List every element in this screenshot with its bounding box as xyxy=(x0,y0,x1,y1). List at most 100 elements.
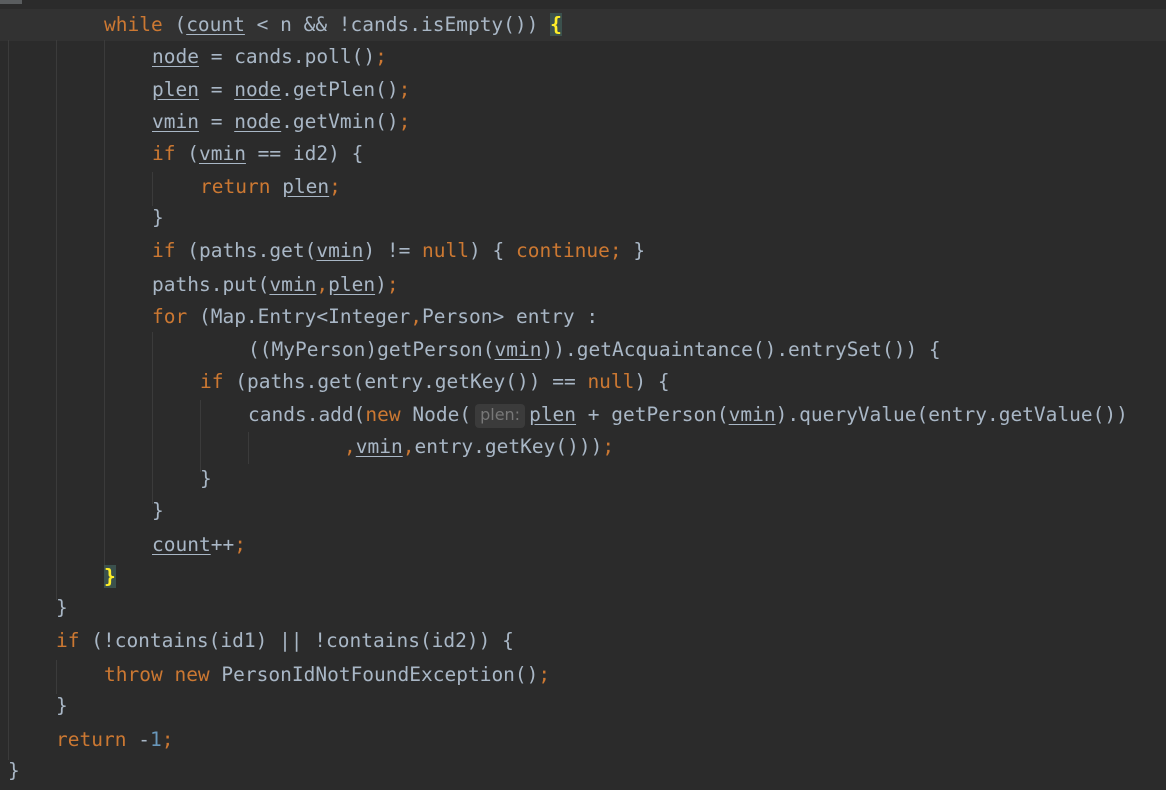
code-line[interactable]: return plen; xyxy=(200,174,341,200)
code-token: , xyxy=(344,435,356,458)
variable-token: node xyxy=(234,110,282,133)
code-line[interactable]: while (count < n && !cands.isEmpty()) { xyxy=(104,12,562,38)
code-token: = cands.poll() xyxy=(198,45,376,68)
code-line[interactable]: } xyxy=(56,595,68,621)
code-line[interactable]: } xyxy=(8,758,20,784)
code-token: 1 xyxy=(149,728,162,751)
code-token: == id2) { xyxy=(245,142,364,165)
code-token: } xyxy=(152,206,164,229)
code-token: if xyxy=(152,239,176,262)
indent-guide-line xyxy=(8,40,9,610)
code-line[interactable]: ,vmin,entry.getKey())); xyxy=(344,434,614,460)
code-token: ; xyxy=(602,435,615,458)
code-line[interactable]: if (vmin == id2) { xyxy=(152,141,363,167)
code-line[interactable]: } xyxy=(152,498,164,524)
code-token: PersonIdNotFoundException() xyxy=(209,663,539,686)
code-token: ( xyxy=(175,142,199,165)
code-token: continue; xyxy=(515,239,622,262)
code-line[interactable]: cands.add(new Node(plen: plen + getPerson… xyxy=(248,402,1128,428)
code-token: )).getAcquaintance().entrySet()) { xyxy=(541,338,941,361)
code-line[interactable]: node = cands.poll(); xyxy=(152,44,387,70)
code-token: .getPlen() xyxy=(281,78,399,101)
code-token: ) != xyxy=(363,239,423,262)
code-token: if xyxy=(152,142,176,165)
indent-guide-line xyxy=(248,432,249,464)
code-token: if xyxy=(56,629,80,652)
indent-guide-line xyxy=(152,172,153,206)
code-token: ) xyxy=(375,273,387,296)
code-token: } xyxy=(200,467,212,490)
code-line[interactable]: plen = node.getPlen(); xyxy=(152,77,410,103)
indent-guide-line xyxy=(104,40,105,572)
code-token: ; xyxy=(398,78,411,101)
code-token: .getVmin() xyxy=(281,110,399,133)
code-token: entry.getKey())) xyxy=(414,435,603,458)
code-token: while xyxy=(104,13,163,36)
indent-guide-line xyxy=(56,660,57,694)
code-token: ((MyPerson)getPerson( xyxy=(248,338,495,361)
code-token: null xyxy=(422,239,470,262)
variable-token: node xyxy=(152,45,199,68)
code-token: null xyxy=(587,370,635,393)
variable-token: plen xyxy=(152,78,199,101)
code-line[interactable]: } xyxy=(200,466,212,492)
code-line[interactable]: count++; xyxy=(152,532,246,558)
code-token: (!contains(id1) || !contains(id2)) { xyxy=(79,629,514,652)
variable-token: node xyxy=(234,78,282,101)
code-token: = xyxy=(198,110,235,133)
code-token: } xyxy=(621,239,646,262)
code-token: } xyxy=(56,694,68,717)
code-token: } xyxy=(104,565,116,588)
variable-token: plen xyxy=(282,175,330,198)
code-token: ) { xyxy=(634,370,670,393)
variable-token: count xyxy=(152,533,211,556)
variable-token: vmin xyxy=(152,110,199,133)
code-line[interactable]: } xyxy=(56,693,68,719)
code-line[interactable]: if (!contains(id1) || !contains(id2)) { xyxy=(56,628,514,654)
code-token: Node( xyxy=(400,403,472,426)
code-token: cands.add( xyxy=(248,403,366,426)
code-token: ; xyxy=(538,663,551,686)
code-token: { xyxy=(550,13,562,36)
variable-token: count xyxy=(186,13,245,36)
code-line[interactable]: return -1; xyxy=(56,727,173,753)
code-line[interactable]: } xyxy=(152,205,164,231)
indent-guide-line xyxy=(56,40,57,600)
code-line[interactable]: } xyxy=(104,564,116,590)
code-token: , xyxy=(316,273,329,296)
code-token: new xyxy=(365,403,401,426)
code-line[interactable]: throw new PersonIdNotFoundException(); xyxy=(104,662,550,688)
code-token: } xyxy=(152,499,164,522)
code-token: paths.put( xyxy=(152,273,270,296)
code-token: + getPerson( xyxy=(576,403,729,426)
code-token: ( xyxy=(162,13,187,36)
editor-scroll-marker xyxy=(0,0,22,4)
variable-token: vmin xyxy=(198,142,246,165)
code-token: } xyxy=(56,596,68,619)
code-token: ; xyxy=(375,45,387,68)
code-token: ; xyxy=(329,175,341,198)
code-token: Person> entry : xyxy=(422,305,599,328)
code-line[interactable]: if (paths.get(vmin) != null) { continue;… xyxy=(152,238,645,264)
code-token: return xyxy=(56,728,127,751)
indent-guide-line xyxy=(8,600,9,760)
code-editor[interactable]: while (count < n && !cands.isEmpty()) {n… xyxy=(0,0,1166,790)
variable-token: vmin xyxy=(355,435,403,458)
code-line[interactable]: for (Map.Entry<Integer,Person> entry : xyxy=(152,304,598,330)
code-token: throw xyxy=(104,663,163,686)
indent-guide-line xyxy=(200,400,201,472)
code-token: ; xyxy=(398,110,411,133)
code-token: ) { xyxy=(469,239,516,262)
code-line[interactable]: paths.put(vmin,plen); xyxy=(152,272,399,298)
code-line[interactable]: ((MyPerson)getPerson(vmin)).getAcquainta… xyxy=(248,337,941,363)
code-line[interactable]: vmin = node.getVmin(); xyxy=(152,109,410,135)
code-token: (paths.get(entry.getKey()) == xyxy=(223,370,588,393)
code-token: ++ xyxy=(210,533,235,556)
code-token: < n && !cands.isEmpty()) xyxy=(244,13,551,36)
variable-token: vmin xyxy=(728,403,776,426)
code-token: - xyxy=(126,728,150,751)
code-token: } xyxy=(8,759,20,782)
code-line[interactable]: if (paths.get(entry.getKey()) == null) { xyxy=(200,369,670,395)
